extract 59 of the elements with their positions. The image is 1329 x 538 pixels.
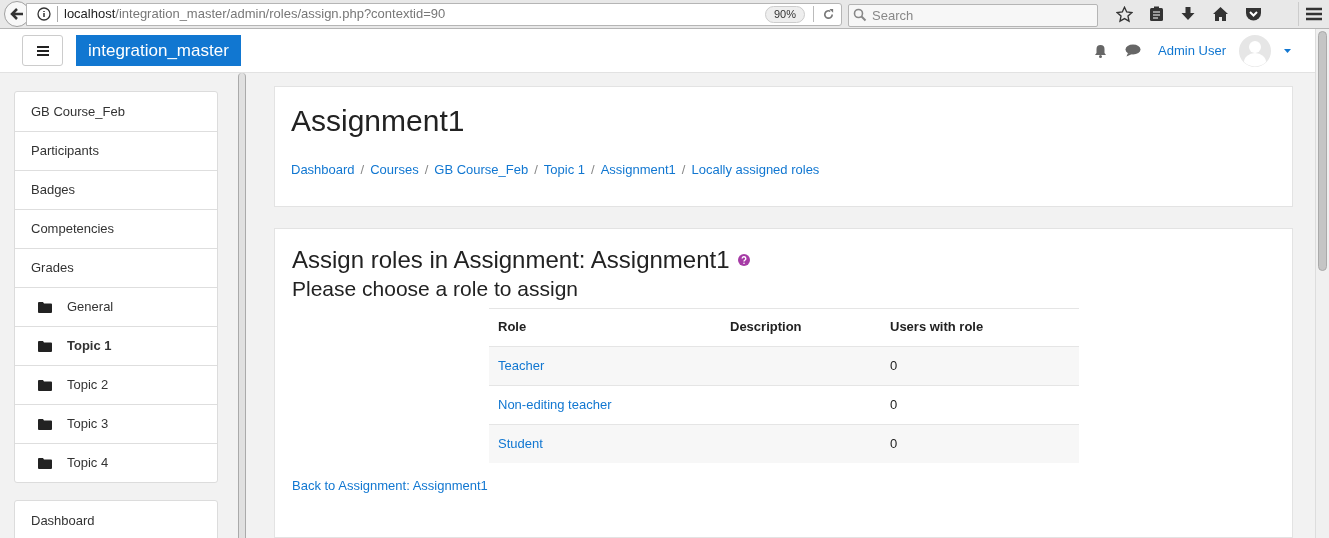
scrollbar[interactable] [1315, 29, 1329, 538]
breadcrumb-separator: / [591, 161, 595, 179]
nav-item[interactable]: Participants [15, 131, 217, 170]
nav-item[interactable]: Badges [15, 170, 217, 209]
home-icon[interactable] [1212, 6, 1229, 22]
section-item[interactable]: Topic 1 [15, 326, 217, 365]
breadcrumb-link[interactable]: Dashboard [291, 160, 355, 180]
download-icon[interactable] [1180, 6, 1196, 22]
folder-icon [38, 301, 52, 313]
help-icon[interactable] [737, 253, 750, 266]
search-field[interactable]: Search [848, 3, 1098, 27]
user-menu-link[interactable]: Admin User [1158, 40, 1226, 61]
nav-item[interactable]: GB Course_Feb [15, 92, 217, 131]
breadcrumb-separator: / [534, 161, 538, 179]
menu-icon[interactable] [1305, 6, 1323, 22]
column-header: Role [489, 308, 721, 346]
breadcrumb-link[interactable]: Topic 1 [543, 160, 586, 180]
breadcrumb-link[interactable]: Courses [370, 160, 419, 180]
column-header: Description [721, 308, 881, 346]
user-count: 0 [890, 396, 898, 412]
folder-icon [38, 340, 52, 352]
section-item[interactable]: Topic 2 [15, 365, 217, 404]
role-link[interactable]: Student [498, 436, 543, 451]
breadcrumb-separator: / [360, 161, 365, 179]
section-item[interactable]: Topic 3 [15, 404, 217, 443]
bell-icon[interactable] [1094, 43, 1108, 58]
nav-item[interactable]: Grades [15, 248, 217, 287]
folder-icon [38, 457, 52, 469]
section-item[interactable]: General [15, 287, 217, 326]
user-count: 0 [890, 436, 898, 451]
back-link[interactable]: Back to Assignment: Assignment1 [292, 476, 488, 496]
breadcrumb-link[interactable]: GB Course_Feb [434, 160, 529, 180]
star-icon[interactable] [1116, 5, 1133, 23]
folder-icon [38, 418, 52, 430]
section-subheading: Please choose a role to assign [292, 275, 579, 302]
menu-icon [36, 45, 49, 56]
page-title: Assignment1 [291, 103, 466, 139]
back-arrow-icon [10, 7, 24, 21]
breadcrumb-separator: / [424, 161, 429, 179]
breadcrumb-link[interactable]: Assignment1 [600, 160, 676, 180]
search-icon [853, 7, 867, 22]
breadcrumb-link[interactable]: Locally assigned roles [691, 160, 820, 180]
breadcrumb-separator: / [681, 161, 686, 179]
role-link[interactable]: Teacher [498, 357, 545, 373]
nav-item[interactable]: Competencies [15, 209, 217, 248]
menu-button[interactable] [22, 35, 63, 66]
role-link[interactable]: Non-editing teacher [498, 396, 612, 412]
user-count: 0 [890, 357, 898, 373]
nav-item[interactable]: Dashboard [15, 501, 217, 538]
site-brand[interactable]: integration_master [76, 35, 241, 66]
section-item[interactable]: Topic 4 [15, 443, 217, 482]
folder-icon [38, 379, 52, 391]
splitter-handle[interactable] [238, 73, 246, 538]
pocket-icon[interactable] [1245, 6, 1262, 22]
section-heading: Assign roles in Assignment: Assignment1 [292, 244, 730, 275]
column-header: Users with role [881, 308, 1079, 346]
chat-icon[interactable] [1125, 44, 1142, 57]
clipboard-icon[interactable] [1149, 6, 1164, 22]
caret-icon[interactable] [1284, 48, 1291, 53]
